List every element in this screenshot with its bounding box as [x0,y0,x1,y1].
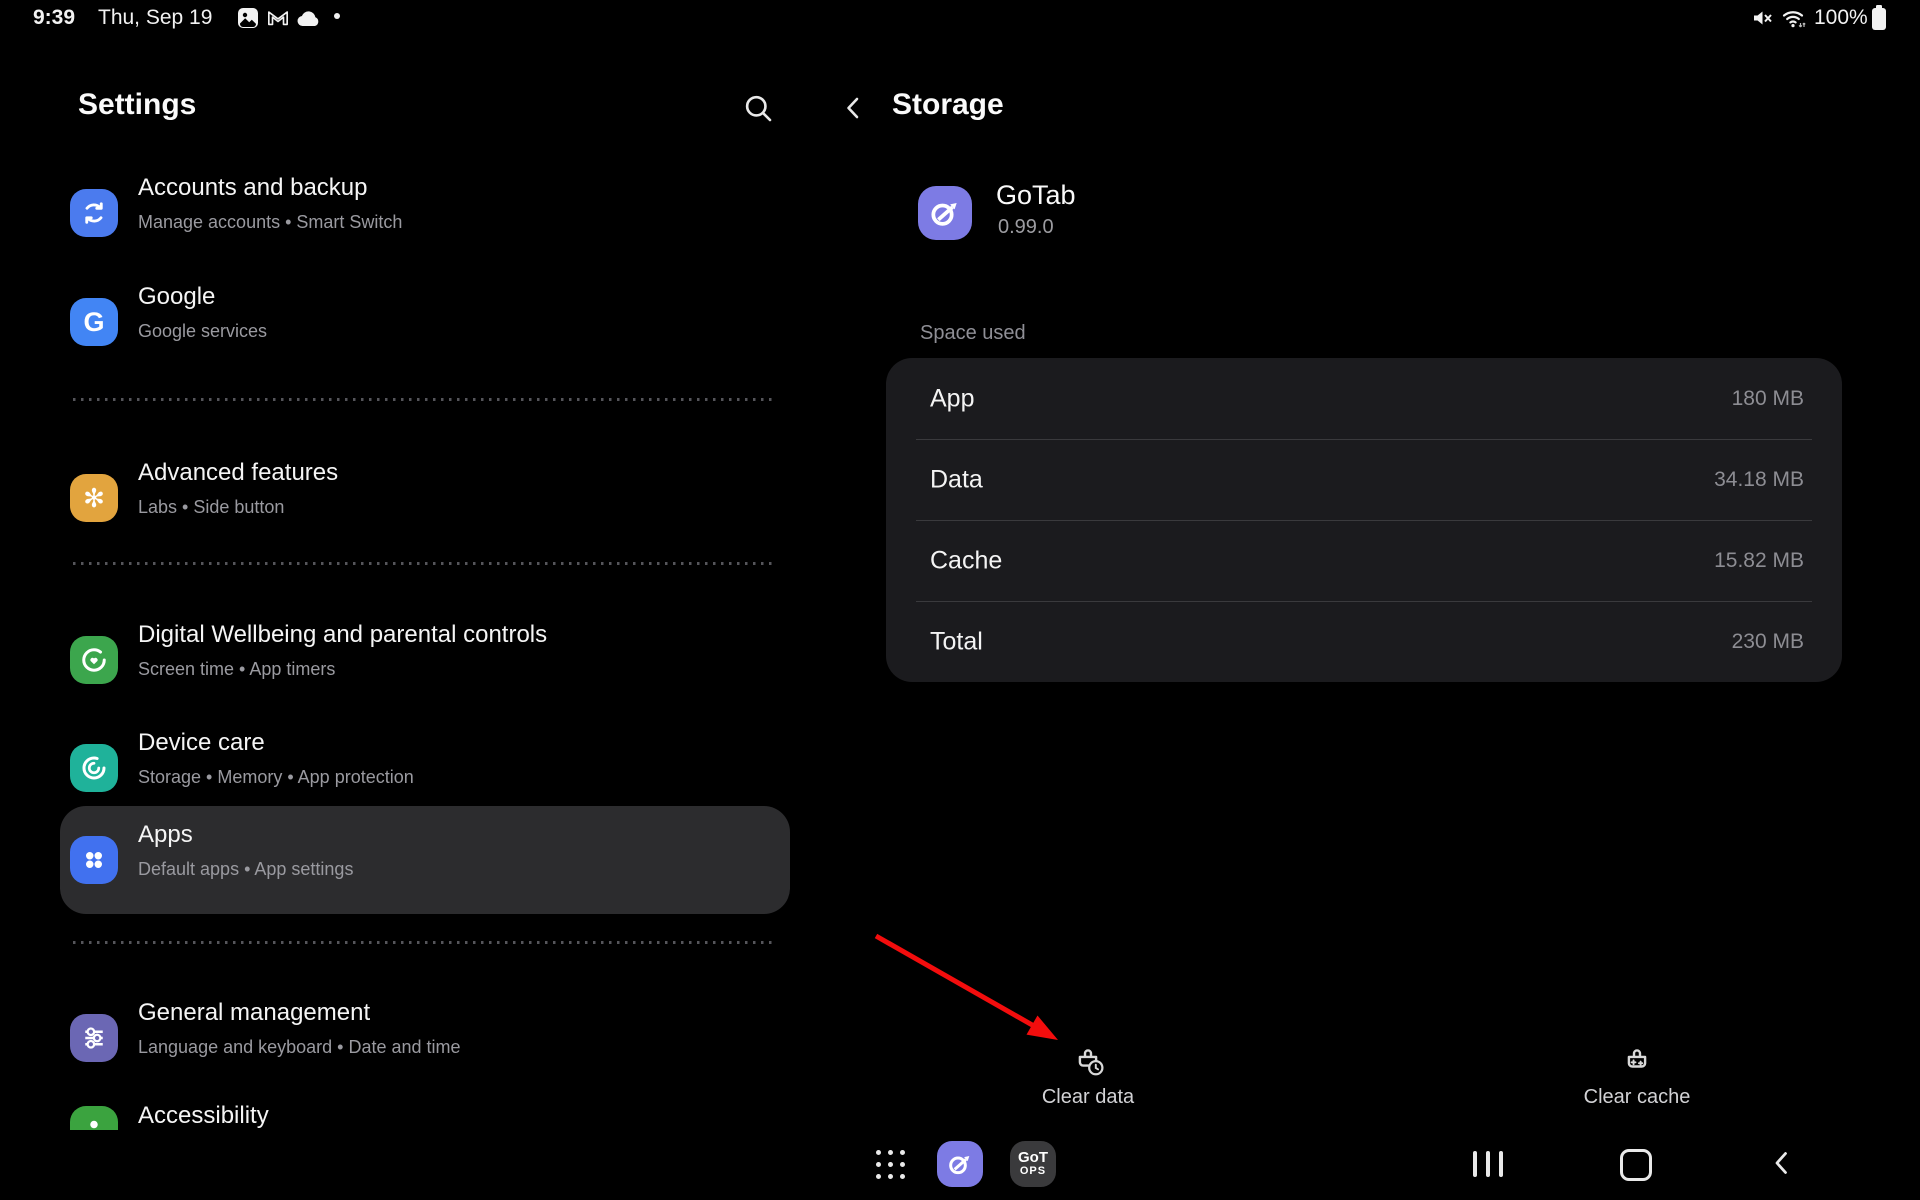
row-subtitle: Manage accounts • Smart Switch [138,212,402,233]
back-nav-icon[interactable] [1768,1149,1796,1177]
clear-cache-icon [1547,1044,1727,1080]
sidebar-item-accessibility[interactable]: Accessibility [60,1092,790,1130]
google-g-icon: G [70,298,118,346]
storage-row-app: App 180 MB [886,358,1842,439]
more-notifications-dot [334,13,340,19]
row-subtitle: Labs • Side button [138,497,284,518]
settings-title: Settings [78,88,196,122]
accessibility-icon [70,1106,118,1130]
advanced-features-icon: ✻ [70,474,118,522]
gotab-app-icon [918,186,972,240]
clear-cache-button[interactable]: Clear cache [1547,1044,1727,1109]
battery-percent-label: 100% [1814,6,1868,30]
sidebar-item-digital-wellbeing[interactable]: Digital Wellbeing and parental controls … [60,612,790,708]
ops-label: OPS [1020,1165,1046,1178]
space-used-label: Space used [920,322,1026,345]
list-divider [73,398,776,401]
sidebar-item-device-care[interactable]: Device care Storage • Memory • App prote… [60,720,790,816]
navigation-bar: GoT OPS [0,1130,1920,1200]
wifi-icon [1781,6,1807,30]
settings-pane: Settings Accounts and backup Manage acco… [0,36,820,1130]
row-subtitle: Default apps • App settings [138,859,353,880]
gotab-ops-taskbar-icon[interactable]: GoT OPS [1010,1141,1056,1187]
storage-row-data: Data 34.18 MB [886,439,1842,520]
row-value: 180 MB [1732,387,1804,411]
sidebar-item-google[interactable]: G Google Google services [60,274,790,370]
space-used-card: App 180 MB Data 34.18 MB Cache 15.82 MB … [886,358,1842,682]
clear-data-icon [998,1044,1178,1080]
sliders-icon [70,1014,118,1062]
row-label: Total [930,627,983,656]
app-version: 0.99.0 [998,216,1054,239]
list-divider [73,941,776,944]
battery-icon [1868,4,1890,32]
app-name: GoTab [996,180,1076,211]
row-label: Cache [930,546,1002,575]
storage-row-cache: Cache 15.82 MB [886,520,1842,601]
sidebar-item-general-management[interactable]: General management Language and keyboard… [60,990,790,1086]
device-care-icon [70,744,118,792]
row-value: 34.18 MB [1714,468,1804,492]
row-subtitle: Google services [138,321,267,342]
clear-data-label: Clear data [998,1086,1178,1109]
row-title: Advanced features [138,459,338,487]
recents-icon[interactable] [1473,1151,1503,1177]
row-title: General management [138,999,370,1027]
row-label: App [930,384,974,413]
row-value: 15.82 MB [1714,549,1804,573]
row-title: Google [138,283,215,311]
date: Thu, Sep 19 [98,6,212,30]
back-icon[interactable] [840,94,868,122]
row-subtitle: Screen time • App timers [138,659,335,680]
row-title: Accounts and backup [138,174,368,202]
sidebar-item-advanced-features[interactable]: ✻ Advanced features Labs • Side button [60,450,790,546]
row-value: 230 MB [1732,630,1804,654]
sidebar-item-apps[interactable]: Apps Default apps • App settings [60,812,790,908]
sidebar-item-accounts-and-backup[interactable]: Accounts and backup Manage accounts • Sm… [60,165,790,261]
row-label: Data [930,465,983,494]
screen: 9:39 Thu, Sep 19 [0,0,1920,1200]
sound-muted-icon [1750,6,1774,30]
apps-grid-icon [70,836,118,884]
storage-row-total: Total 230 MB [886,601,1842,682]
clear-data-button[interactable]: Clear data [998,1044,1178,1109]
sync-icon [70,189,118,237]
row-subtitle: Storage • Memory • App protection [138,767,414,788]
row-title: Device care [138,729,265,757]
status-bar: 9:39 Thu, Sep 19 [0,0,1920,36]
cloud-icon [296,8,322,28]
row-subtitle: Language and keyboard • Date and time [138,1037,461,1058]
gallery-notification-icon [237,7,259,29]
gotab-taskbar-icon[interactable] [937,1141,983,1187]
home-icon[interactable] [1620,1149,1652,1181]
row-title: Digital Wellbeing and parental controls [138,621,547,649]
gmail-notification-icon [267,7,289,29]
app-drawer-icon[interactable] [876,1150,905,1179]
row-title: Accessibility [138,1102,269,1130]
annotation-arrow [860,920,1080,1055]
wellbeing-icon [70,636,118,684]
row-title: Apps [138,821,193,849]
list-divider [73,562,776,565]
ops-logo-text: GoT [1018,1150,1048,1165]
clear-cache-label: Clear cache [1547,1086,1727,1109]
search-icon[interactable] [742,92,774,124]
clock: 9:39 [33,6,75,30]
storage-title: Storage [892,88,1004,122]
